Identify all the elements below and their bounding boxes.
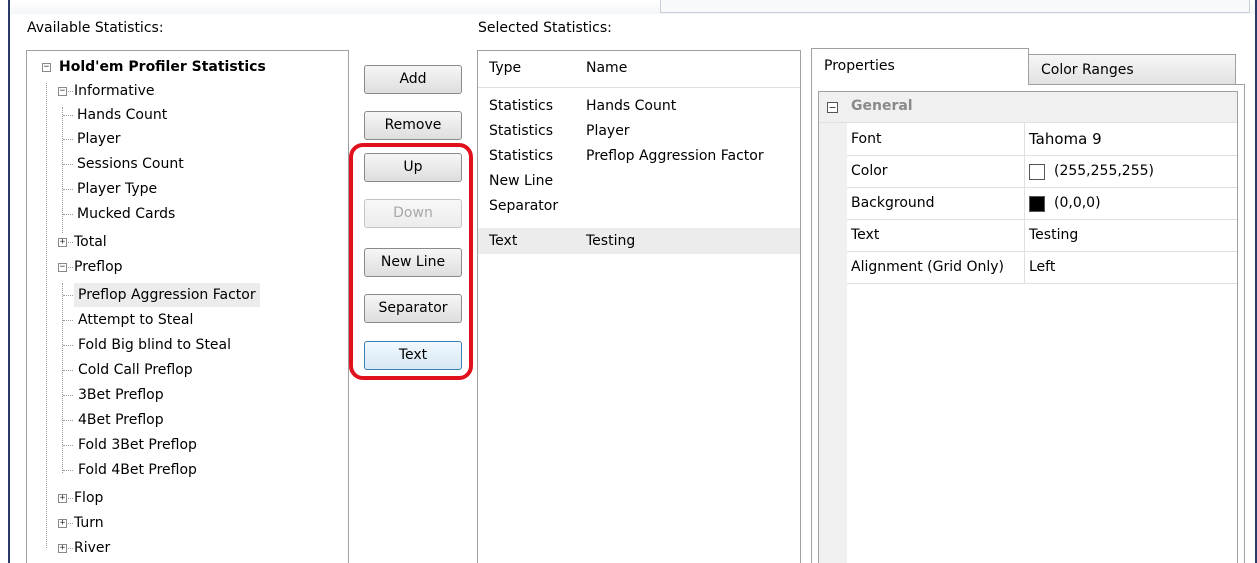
tree-item-label: Cold Call Preflop <box>78 362 193 378</box>
property-value[interactable]: Tahoma 9 <box>1029 123 1102 155</box>
collapse-icon[interactable]: − <box>827 102 838 113</box>
tree-item[interactable]: Sessions Count <box>27 152 348 176</box>
tree-node-informative[interactable]: − Informative <box>27 79 348 103</box>
tree-item-label: Mucked Cards <box>77 206 176 222</box>
tree-node-preflop[interactable]: − Preflop <box>27 255 348 279</box>
column-header-type[interactable]: Type <box>489 60 521 76</box>
highlight-outline <box>349 143 473 380</box>
list-cell-name: Testing <box>586 233 636 249</box>
background-swatch <box>1029 196 1045 212</box>
tree-item[interactable]: Fold 3Bet Preflop <box>27 433 348 457</box>
property-name: Color <box>851 163 888 179</box>
tree-item[interactable]: Hands Count <box>27 103 348 127</box>
window: Available Statistics: Selected Statistic… <box>0 0 1257 563</box>
window-border-left <box>8 0 10 563</box>
expand-icon[interactable]: + <box>58 544 67 553</box>
remove-button[interactable]: Remove <box>364 111 462 140</box>
list-row-selected[interactable]: Text Testing <box>478 228 800 254</box>
list-row[interactable]: New Line <box>478 168 800 194</box>
tree-item[interactable]: Attempt to Steal <box>27 308 348 332</box>
selected-statistics-list[interactable]: Type Name Statistics Hands Count Statist… <box>477 50 801 563</box>
expand-icon[interactable]: + <box>58 494 67 503</box>
tree-item[interactable]: Fold Big blind to Steal <box>27 333 348 357</box>
list-cell-type: Statistics <box>489 98 553 114</box>
property-row-text[interactable]: Text Testing <box>819 219 1237 252</box>
tree-item-label-selected: Preflop Aggression Factor <box>74 283 260 307</box>
tree-node-turn[interactable]: + Turn <box>27 511 348 535</box>
collapse-icon[interactable]: − <box>58 87 67 96</box>
list-row[interactable]: Statistics Hands Count <box>478 93 800 119</box>
list-row[interactable]: Statistics Player <box>478 118 800 144</box>
list-row[interactable]: Separator <box>478 193 800 219</box>
available-statistics-label: Available Statistics: <box>27 20 164 36</box>
property-row-alignment[interactable]: Alignment (Grid Only) Left <box>819 251 1237 284</box>
property-value[interactable]: (255,255,255) <box>1054 155 1154 187</box>
tree-node-label: Turn <box>74 515 104 531</box>
tree-item-label: Hands Count <box>77 107 168 123</box>
property-value[interactable]: Left <box>1029 251 1055 283</box>
property-row-font[interactable]: Font Tahoma 9 <box>819 123 1237 156</box>
tree-node-flop[interactable]: + Flop <box>27 486 348 510</box>
tree-item-label: 3Bet Preflop <box>78 387 164 403</box>
tree-item-label: Fold Big blind to Steal <box>78 337 232 353</box>
tree-item-label: Fold 4Bet Preflop <box>78 462 197 478</box>
tree-item-label: Fold 3Bet Preflop <box>78 437 197 453</box>
property-name: Font <box>851 131 882 147</box>
available-statistics-tree[interactable]: − Hold'em Profiler Statistics − Informat… <box>26 50 349 563</box>
tree-item-label: Player Type <box>77 181 158 197</box>
tab-properties[interactable]: Properties <box>811 48 1029 85</box>
list-cell-type: Statistics <box>489 123 553 139</box>
property-name: Alignment (Grid Only) <box>851 259 1005 275</box>
list-cell-type: New Line <box>489 173 554 189</box>
collapse-icon[interactable]: − <box>58 263 67 272</box>
tree-node-label: Informative <box>74 83 155 99</box>
tree-node-label: Preflop <box>74 259 123 275</box>
expand-icon[interactable]: + <box>58 519 67 528</box>
tree-node-label: Total <box>74 234 107 250</box>
property-row-color[interactable]: Color (255,255,255) <box>819 155 1237 188</box>
tree-item[interactable]: Cold Call Preflop <box>27 358 348 382</box>
list-cell-name: Player <box>586 123 630 139</box>
property-category-label: General <box>851 98 913 114</box>
list-cell-type: Statistics <box>489 148 553 164</box>
tree-item-label: Attempt to Steal <box>78 312 194 328</box>
tree-root[interactable]: − Hold'em Profiler Statistics <box>27 55 348 79</box>
tree-item[interactable]: Preflop Aggression Factor <box>27 283 348 307</box>
tree-item[interactable]: 4Bet Preflop <box>27 408 348 432</box>
tree-item-label: Player <box>77 131 121 147</box>
property-category-general[interactable]: − General <box>819 92 1237 123</box>
tree-node-label: River <box>74 540 111 556</box>
property-value[interactable]: (0,0,0) <box>1054 187 1101 219</box>
tree-item-label: 4Bet Preflop <box>78 412 164 428</box>
tree-item[interactable]: Player Type <box>27 177 348 201</box>
tree-item[interactable]: Player <box>27 127 348 151</box>
column-header-name[interactable]: Name <box>586 60 627 76</box>
tree-item[interactable]: Fold 4Bet Preflop <box>27 458 348 482</box>
tab-color-ranges[interactable]: Color Ranges <box>1028 54 1236 85</box>
color-swatch <box>1029 164 1045 180</box>
list-cell-type: Separator <box>489 198 559 214</box>
property-name: Background <box>851 195 935 211</box>
list-row[interactable]: Statistics Preflop Aggression Factor <box>478 143 800 169</box>
tree-node-river[interactable]: + River <box>27 536 348 560</box>
tree-node-total[interactable]: + Total <box>27 230 348 254</box>
tree-item[interactable]: Mucked Cards <box>27 202 348 226</box>
expand-icon[interactable]: + <box>58 238 67 247</box>
collapse-icon[interactable]: − <box>42 63 51 72</box>
list-cell-name: Hands Count <box>586 98 677 114</box>
tree-item-label: Sessions Count <box>77 156 184 172</box>
property-grid-gutter <box>819 283 847 563</box>
list-header: Type Name <box>478 51 800 88</box>
selected-statistics-label: Selected Statistics: <box>478 20 612 36</box>
list-cell-name: Preflop Aggression Factor <box>586 148 764 164</box>
tree-node-label: Flop <box>74 490 104 506</box>
property-row-background[interactable]: Background (0,0,0) <box>819 187 1237 220</box>
tree-item[interactable]: 3Bet Preflop <box>27 383 348 407</box>
tree-root-label: Hold'em Profiler Statistics <box>59 59 266 75</box>
property-name: Text <box>851 227 880 243</box>
top-field <box>660 0 1250 13</box>
property-value[interactable]: Testing <box>1029 219 1078 251</box>
add-button[interactable]: Add <box>364 65 462 94</box>
list-cell-type: Text <box>489 233 518 249</box>
